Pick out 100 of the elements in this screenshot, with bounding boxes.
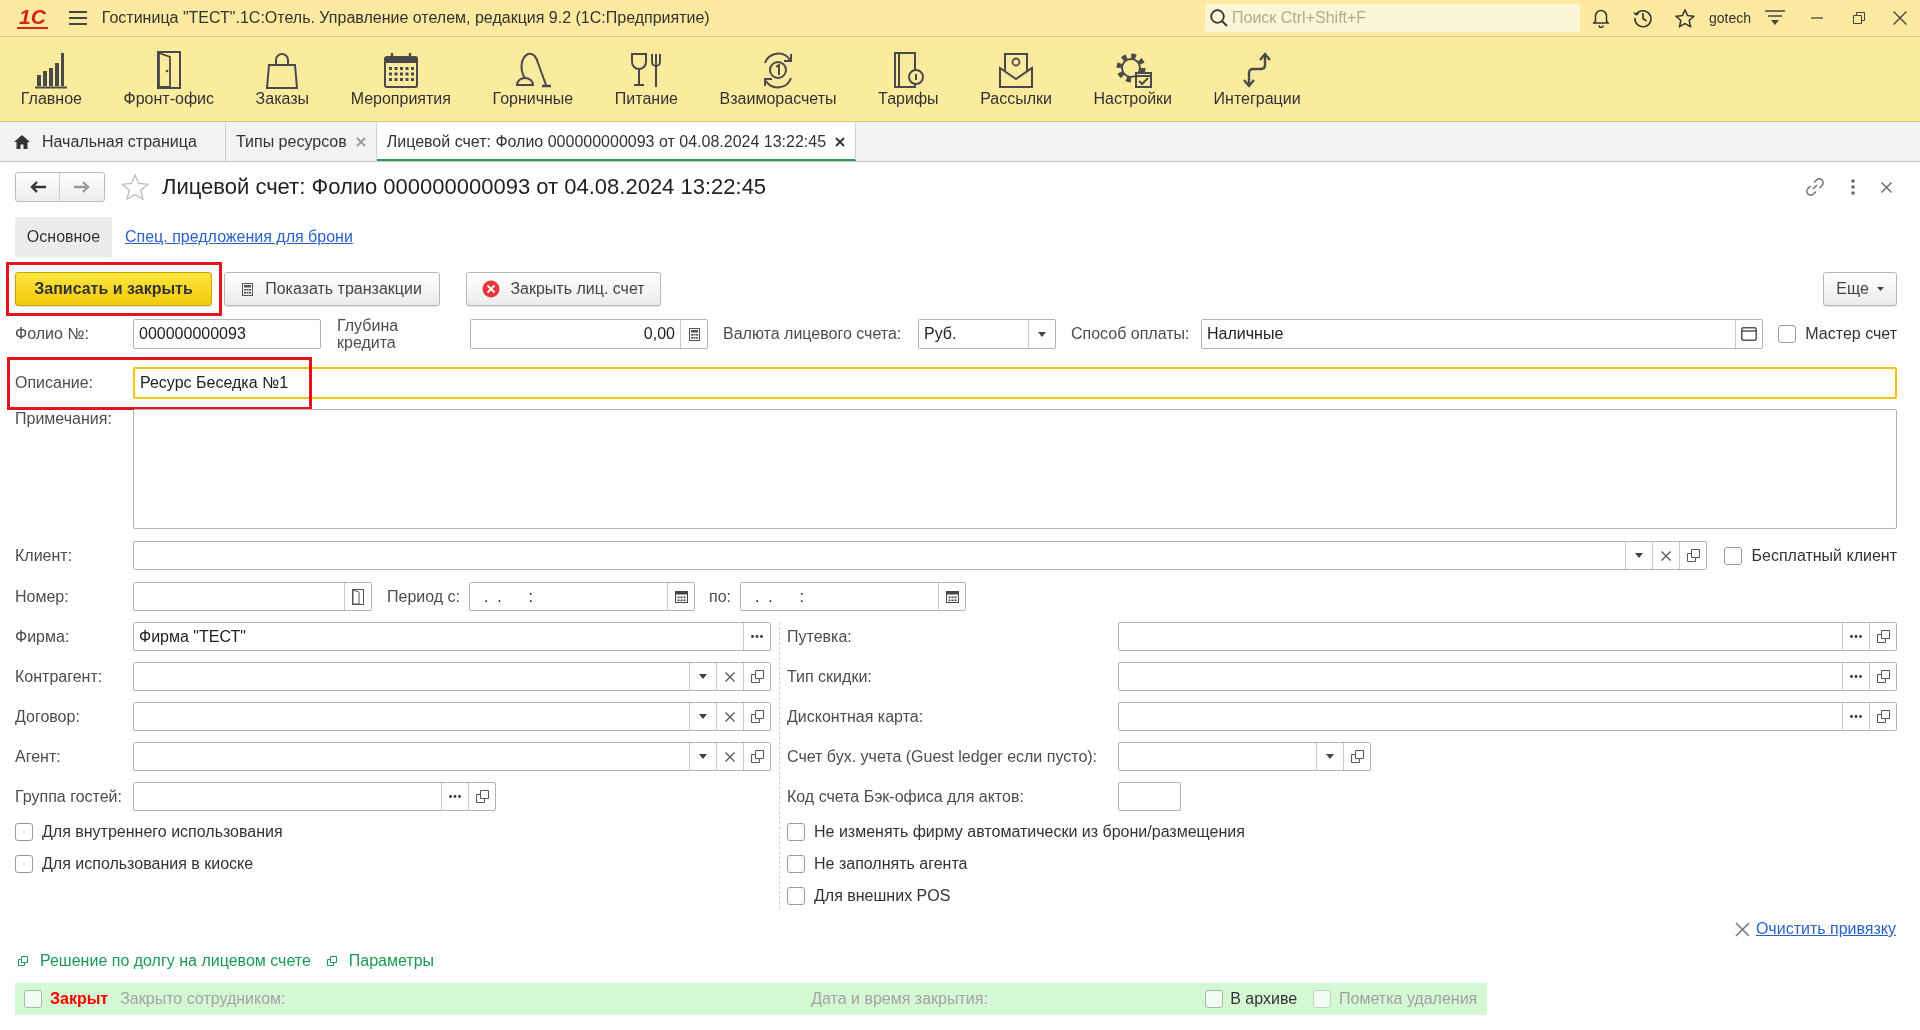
more-button[interactable]: Еще (1823, 272, 1897, 306)
cross-icon (725, 711, 735, 722)
field-label: Путевка: (787, 627, 853, 646)
page-tab[interactable]: Лицевой счет: Фолио 000000000093 от 04.08.2024 13:22:45 (376, 122, 857, 161)
form-tab[interactable]: Основное (15, 217, 112, 257)
calendar-icon (945, 590, 959, 603)
caret-icon (699, 674, 707, 679)
copy-icon (750, 670, 764, 683)
section-button[interactable]: Взаиморасчеты (698, 37, 858, 121)
checkbox[interactable] (24, 990, 42, 1008)
field-label: Счет бух. учета (Guest ledger если пусто): (787, 747, 1099, 766)
caret-icon (1876, 287, 1884, 291)
menu-icon[interactable] (68, 11, 87, 25)
field-label: Клиент: (15, 546, 74, 565)
star-icon[interactable] (1675, 8, 1695, 28)
checkbox-label: Не изменять фирму автоматически из брони/размещения (814, 823, 1245, 841)
field-label: Код счета Бэк-офиса для актов: (787, 787, 1025, 806)
save-button[interactable]: Записать и закрыть (15, 272, 212, 306)
close-icon[interactable] (835, 136, 846, 147)
checkbox[interactable] (787, 887, 805, 905)
input-field[interactable] (1118, 702, 1897, 731)
history-icon[interactable] (1633, 8, 1653, 28)
close-account-button[interactable]: Закрыть лиц. счет (466, 272, 661, 306)
ellipsis-icon (449, 795, 461, 798)
input-field[interactable] (133, 582, 372, 611)
field-label: по: (709, 587, 732, 606)
ellipsis-icon (751, 635, 763, 638)
checkbox-label: Бесплатный клиент (1751, 546, 1897, 565)
input-field[interactable] (133, 702, 771, 731)
copy-icon (1876, 670, 1890, 683)
input-field[interactable] (133, 541, 1708, 570)
input-field[interactable] (1118, 742, 1371, 771)
restore-icon[interactable] (1853, 12, 1865, 24)
section-button[interactable]: Интеграции (1192, 37, 1322, 121)
section-button[interactable]: Питание (594, 37, 699, 121)
bell-icon[interactable] (1592, 8, 1610, 28)
caret-icon (1326, 754, 1334, 759)
window-icon (1741, 327, 1758, 341)
field-label: Группа гостей: (15, 787, 123, 806)
clear-link[interactable]: Очистить привязку (1755, 920, 1896, 938)
checkbox[interactable] (15, 823, 33, 841)
cross-icon (725, 751, 735, 762)
input-field[interactable]: Наличные (1201, 319, 1764, 349)
checkbox[interactable] (1205, 990, 1224, 1008)
input-field[interactable] (133, 662, 771, 691)
door-icon (352, 588, 364, 605)
input-field[interactable] (1118, 622, 1897, 651)
field-label: Валюта лицевого счета: (723, 325, 903, 343)
cross-icon (725, 671, 735, 682)
section-button[interactable]: Мероприятия (329, 37, 472, 121)
calendar-icon (674, 590, 688, 603)
input-field[interactable]: Ресурс Беседка №1 (133, 367, 1897, 399)
close-icon[interactable] (1881, 181, 1892, 193)
form-link[interactable]: Параметры (326, 952, 435, 970)
checkbox[interactable] (15, 855, 33, 873)
star-icon[interactable] (121, 173, 149, 201)
input-field[interactable]: . . : (740, 582, 966, 611)
checkbox[interactable] (787, 823, 805, 841)
cross-icon[interactable] (1734, 921, 1750, 937)
page-tab[interactable]: Типы ресурсов (226, 122, 377, 161)
open-window-icon (326, 956, 337, 966)
input-field[interactable]: Фирма "ТЕСТ" (133, 622, 771, 651)
input-field[interactable]: 0,00 (470, 319, 708, 349)
section-button[interactable]: Тарифы (857, 37, 960, 121)
notes-field[interactable] (133, 409, 1897, 529)
section-button[interactable]: Настройки (1072, 37, 1193, 121)
copy-icon (1687, 549, 1700, 562)
ellipsis-icon (1850, 635, 1862, 638)
checkbox[interactable] (1724, 546, 1743, 565)
calculator-icon (688, 327, 700, 341)
input-field[interactable]: Руб. (918, 319, 1056, 349)
checkbox[interactable] (1778, 325, 1797, 343)
form-link[interactable]: Решение по долгу на лицевом счете (18, 952, 311, 970)
input-field[interactable]: . . : (469, 582, 695, 611)
user-name[interactable]: gotech (1706, 10, 1754, 26)
report-button[interactable]: Показать транзакции (224, 272, 440, 306)
close-icon[interactable] (1893, 11, 1907, 25)
checkbox[interactable] (787, 855, 805, 873)
page-tab[interactable]: Начальная страница (0, 122, 226, 161)
input-field[interactable]: 000000000093 (133, 319, 321, 349)
form-tab[interactable]: Спец. предложения для брони (112, 217, 366, 257)
input-field[interactable] (1118, 782, 1181, 811)
copy-icon (750, 750, 764, 763)
section-button[interactable]: Горничные (471, 37, 595, 121)
checkbox-label: Для внешних POS (814, 887, 951, 905)
input-field[interactable] (133, 782, 496, 811)
search-field[interactable]: Поиск Ctrl+Shift+F (1205, 4, 1580, 32)
input-field[interactable] (1118, 662, 1897, 691)
section-button[interactable]: Заказы (234, 37, 330, 121)
home-icon (14, 134, 30, 149)
more-icon[interactable] (1851, 179, 1855, 195)
section-button[interactable]: Рассылки (959, 37, 1073, 121)
section-button[interactable]: Главное (0, 37, 103, 121)
ellipsis-icon (1850, 675, 1862, 678)
open-window-icon (18, 956, 28, 966)
caret-icon (699, 714, 707, 719)
menu-caret-icon[interactable] (1765, 10, 1785, 26)
input-field[interactable] (133, 742, 771, 771)
link-icon[interactable] (1805, 177, 1825, 197)
section-button[interactable]: Фронт-офис (102, 37, 235, 121)
